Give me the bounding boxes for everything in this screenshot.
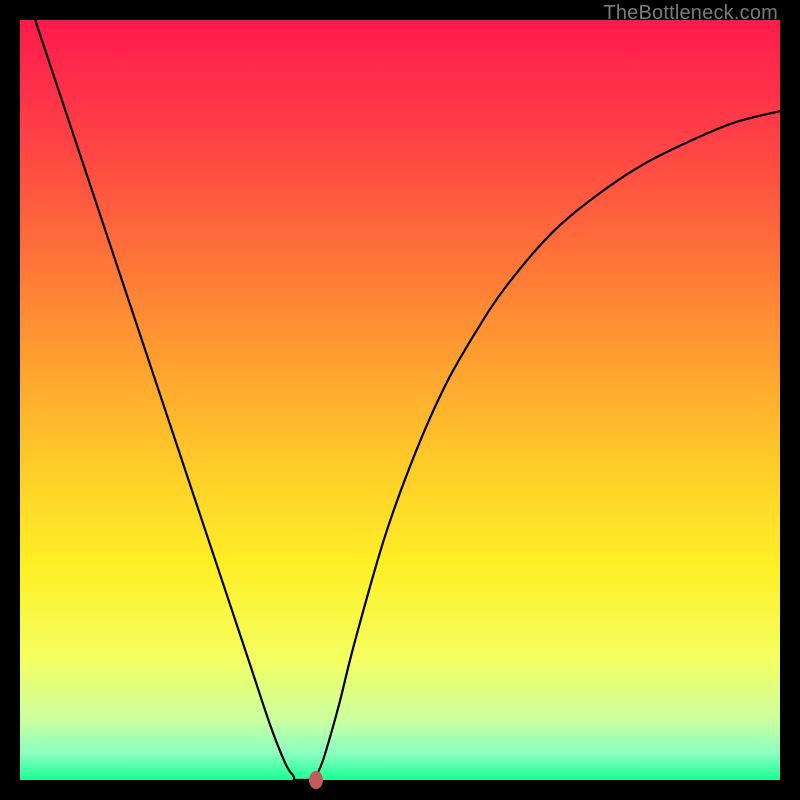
chart-frame: [20, 20, 780, 780]
optimum-marker: [309, 771, 323, 789]
watermark-text: TheBottleneck.com: [603, 2, 778, 25]
bottleneck-curve: [20, 20, 780, 780]
plot-area: [20, 20, 780, 780]
